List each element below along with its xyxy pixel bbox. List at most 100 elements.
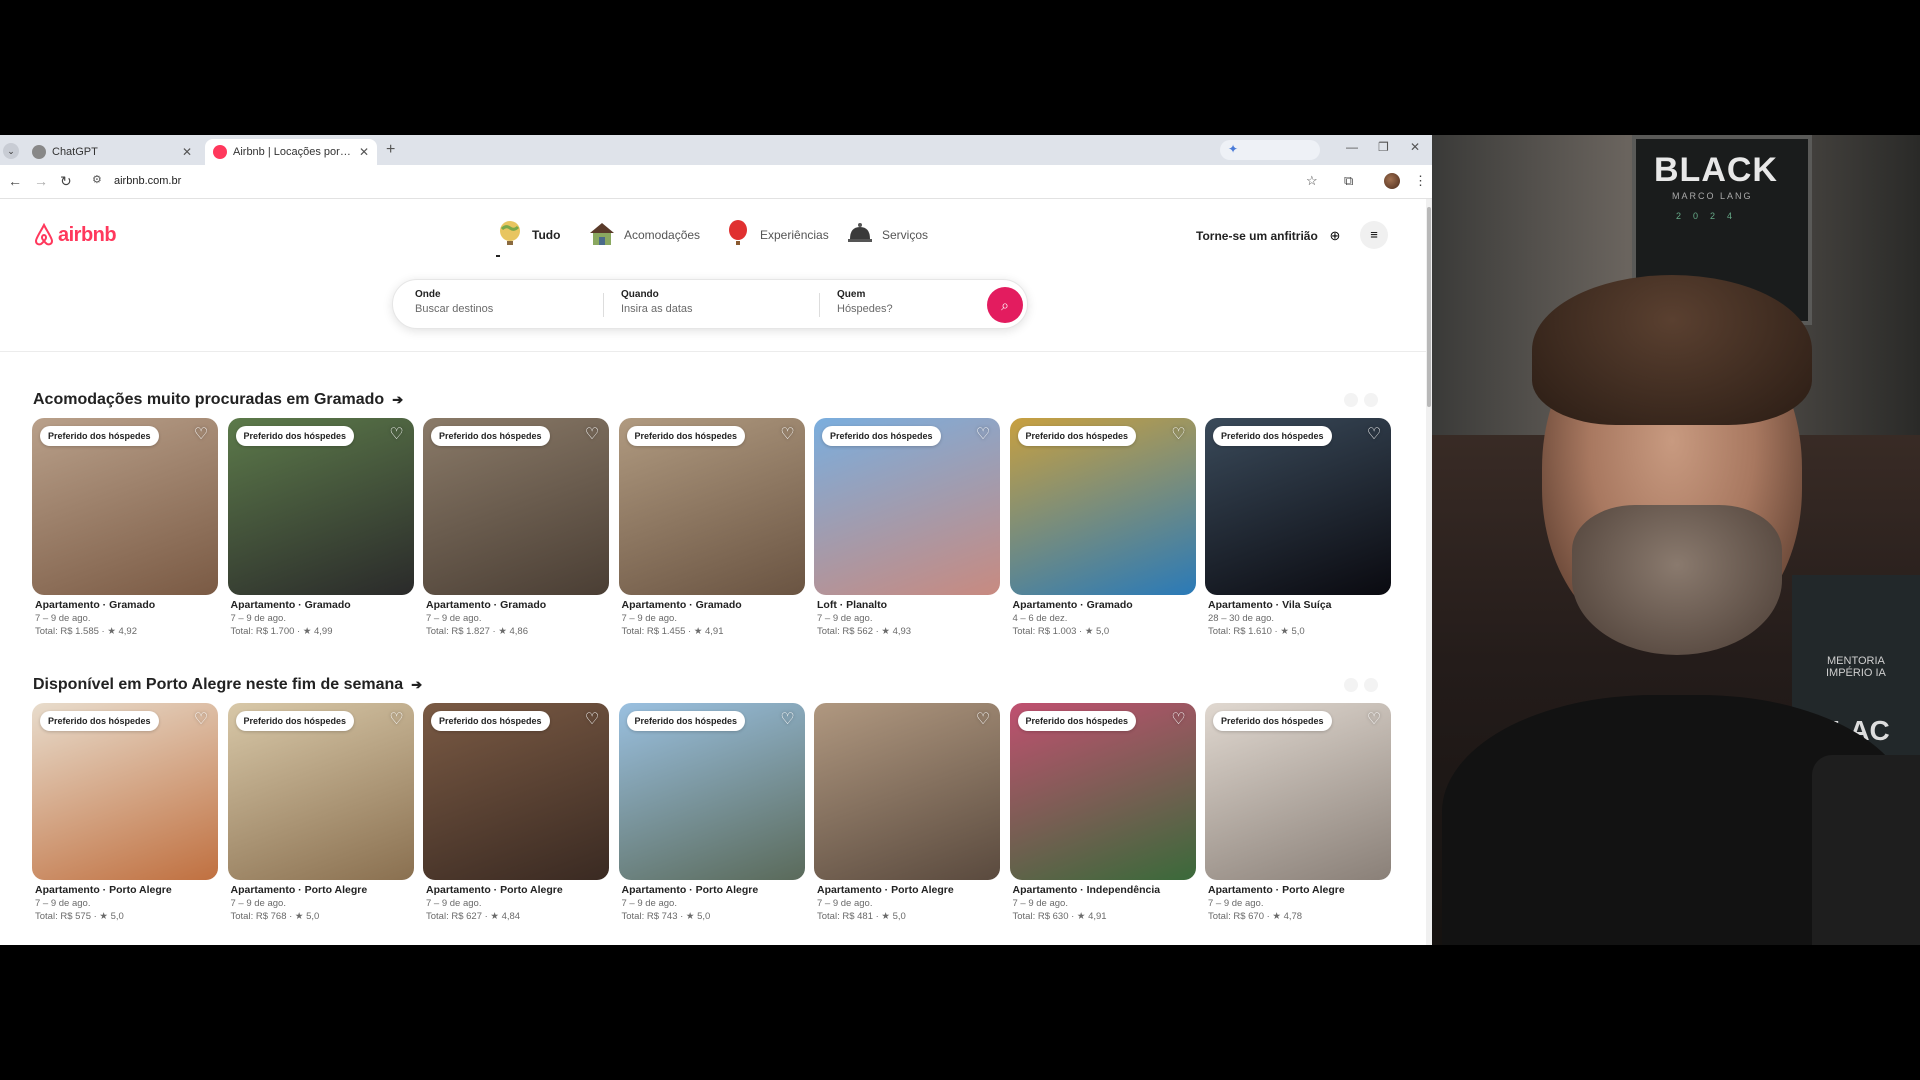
listing-photo[interactable]: ♡ — [814, 703, 1000, 880]
guest-favorite-badge: Preferido dos hóspedes — [235, 426, 355, 446]
reload-icon[interactable]: ↻ — [60, 173, 72, 190]
listing-card[interactable]: Preferido dos hóspedes ♡ Apartamento · Gra… — [618, 418, 805, 648]
listing-dates: 7 – 9 de ago. — [621, 898, 677, 909]
heart-icon[interactable]: ♡ — [192, 426, 210, 444]
listing-card[interactable]: Preferido dos hóspedes ♡ Apartamento · Por… — [32, 703, 218, 933]
listing-dates: 7 – 9 de ago. — [1012, 898, 1068, 909]
listing-card[interactable]: Preferido dos hóspedes ♡ Apartamento · Gra… — [1009, 418, 1196, 648]
listing-photo[interactable]: Preferido dos hóspedes ♡ — [1205, 703, 1391, 880]
heart-icon[interactable]: ♡ — [779, 426, 797, 444]
carousel-next-button[interactable] — [1364, 678, 1378, 692]
listing-photo[interactable]: Preferido dos hóspedes ♡ — [423, 703, 609, 880]
heart-icon[interactable]: ♡ — [388, 426, 406, 444]
bookmark-star-icon[interactable]: ☆ — [1306, 173, 1318, 189]
search-button[interactable]: ⌕ — [987, 287, 1023, 323]
minimize-button[interactable]: — — [1346, 140, 1358, 154]
heart-icon[interactable]: ♡ — [1365, 711, 1383, 729]
restore-button[interactable]: ❐ — [1378, 140, 1389, 154]
listing-dates: 4 – 6 de dez. — [1012, 613, 1068, 624]
language-globe-icon[interactable]: ⊕ — [1322, 223, 1348, 249]
listing-card[interactable]: Preferido dos hóspedes ♡ Apartamento · Por… — [423, 703, 609, 933]
section-title-porto-alegre[interactable]: Disponível em Porto Alegre neste fim de … — [33, 676, 422, 694]
listing-title: Apartamento · Vila Suíça — [1208, 599, 1332, 611]
heart-icon[interactable]: ♡ — [779, 711, 797, 729]
scrollbar-thumb[interactable] — [1427, 207, 1431, 407]
sign-line2: IMPÉRIO IA — [1826, 667, 1886, 679]
gemini-button[interactable]: ✦ — [1220, 140, 1320, 160]
listing-price: Total: R$ 562 · ★ 4,93 — [817, 626, 912, 637]
section-title-text: Acomodações muito procuradas em Gramado — [33, 391, 385, 408]
close-window-button[interactable]: ✕ — [1410, 140, 1420, 154]
listing-price: Total: R$ 768 · ★ 5,0 — [230, 911, 320, 922]
listing-card[interactable]: Preferido dos hóspedes ♡ Apartamento · Gra… — [32, 418, 218, 648]
listing-card[interactable]: Preferido dos hóspedes ♡ Apartamento · Gra… — [423, 418, 609, 648]
listing-photo[interactable]: Preferido dos hóspedes ♡ — [814, 418, 1000, 595]
listing-title: Apartamento · Gramado — [426, 599, 547, 611]
listing-photo[interactable]: Preferido dos hóspedes ♡ — [227, 418, 414, 595]
profile-avatar[interactable] — [1384, 173, 1400, 189]
carousel-next-button[interactable] — [1364, 393, 1378, 407]
listing-card[interactable]: Preferido dos hóspedes ♡ Apartamento · Ind… — [1009, 703, 1196, 933]
carousel-prev-button[interactable] — [1344, 678, 1358, 692]
heart-icon[interactable]: ♡ — [1365, 426, 1383, 444]
extensions-icon[interactable]: ⧉ — [1344, 173, 1353, 189]
listing-card[interactable]: Preferido dos hóspedes ♡ Apartamento · Por… — [618, 703, 805, 933]
listing-price: Total: R$ 1.610 · ★ 5,0 — [1208, 626, 1305, 637]
listing-photo[interactable]: Preferido dos hóspedes ♡ — [618, 418, 805, 595]
who-field[interactable]: Quem Hóspedes? — [837, 289, 893, 315]
listing-card[interactable]: Preferido dos hóspedes ♡ Apartamento · Por… — [227, 703, 414, 933]
site-info-icon[interactable]: ⚙ — [92, 173, 102, 186]
close-tab-icon[interactable]: ✕ — [182, 139, 192, 165]
when-field[interactable]: Quando Insira as datas — [621, 289, 693, 315]
where-field[interactable]: Onde Buscar destinos — [415, 289, 493, 315]
new-tab-button[interactable]: + — [386, 141, 395, 159]
listing-photo[interactable]: Preferido dos hóspedes ♡ — [618, 703, 805, 880]
listing-price: Total: R$ 630 · ★ 4,91 — [1012, 911, 1107, 922]
listing-card[interactable]: Preferido dos hóspedes ♡ Loft · Planalto 7 … — [814, 418, 1000, 648]
listing-photo[interactable]: Preferido dos hóspedes ♡ — [423, 418, 609, 595]
section-title-gramado[interactable]: Acomodações muito procuradas em Gramado ➔ — [33, 391, 403, 409]
listing-price: Total: R$ 627 · ★ 4,84 — [426, 911, 521, 922]
arrow-right-icon: ➔ — [392, 392, 404, 407]
listing-photo[interactable]: Preferido dos hóspedes ♡ — [32, 703, 218, 880]
who-placeholder: Hóspedes? — [837, 303, 893, 315]
heart-icon[interactable]: ♡ — [974, 426, 992, 444]
listing-dates: 7 – 9 de ago. — [426, 613, 482, 624]
listing-card[interactable]: ♡ Apartamento · Porto Alegre 7 – 9 de ago.… — [814, 703, 1000, 933]
listing-photo[interactable]: Preferido dos hóspedes ♡ — [227, 703, 414, 880]
listing-price: Total: R$ 1.700 · ★ 4,99 — [230, 626, 333, 637]
listing-photo[interactable]: Preferido dos hóspedes ♡ — [1009, 703, 1196, 880]
hamburger-menu-icon[interactable]: ≡ — [1360, 221, 1388, 249]
heart-icon[interactable]: ♡ — [1170, 711, 1188, 729]
listing-card[interactable]: Preferido dos hóspedes ♡ Apartamento · Gra… — [227, 418, 414, 648]
heart-icon[interactable]: ♡ — [583, 426, 601, 444]
heart-icon[interactable]: ♡ — [1170, 426, 1188, 444]
close-tab-icon[interactable]: ✕ — [359, 139, 369, 165]
when-label: Quando — [621, 289, 659, 300]
listing-photo[interactable]: Preferido dos hóspedes ♡ — [32, 418, 218, 595]
heart-icon[interactable]: ♡ — [388, 711, 406, 729]
heart-icon[interactable]: ♡ — [974, 711, 992, 729]
heart-icon[interactable]: ♡ — [583, 711, 601, 729]
listing-photo[interactable]: Preferido dos hóspedes ♡ — [1009, 418, 1196, 595]
become-host-link[interactable]: Torne-se um anfitrião — [1196, 229, 1318, 243]
heart-icon[interactable]: ♡ — [192, 711, 210, 729]
tab-search-button[interactable]: ⌄ — [3, 143, 19, 159]
airbnb-logo-icon — [34, 223, 54, 246]
tab-airbnb[interactable]: Airbnb | Locações por tempora ✕ — [205, 139, 377, 165]
tab-label: ChatGPT — [52, 146, 98, 158]
listing-card[interactable]: Preferido dos hóspedes ♡ Apartamento · Vil… — [1205, 418, 1391, 648]
address-bar[interactable]: ⚙ airbnb.com.br — [92, 170, 1332, 194]
person-hair — [1532, 275, 1812, 425]
listing-card[interactable]: Preferido dos hóspedes ♡ Apartamento · Por… — [1205, 703, 1391, 933]
listing-photo[interactable]: Preferido dos hóspedes ♡ — [1205, 418, 1391, 595]
back-icon[interactable]: ← — [8, 173, 22, 189]
tab-chatgpt[interactable]: ChatGPT ✕ — [24, 139, 200, 165]
divider — [819, 293, 820, 317]
kebab-menu-icon[interactable]: ⋮ — [1414, 173, 1427, 189]
url-text: airbnb.com.br — [114, 175, 182, 187]
carousel-prev-button[interactable] — [1344, 393, 1358, 407]
where-placeholder: Buscar destinos — [415, 303, 494, 315]
forward-icon[interactable]: → — [34, 173, 48, 189]
guest-favorite-badge: Preferido dos hóspedes — [822, 426, 941, 446]
